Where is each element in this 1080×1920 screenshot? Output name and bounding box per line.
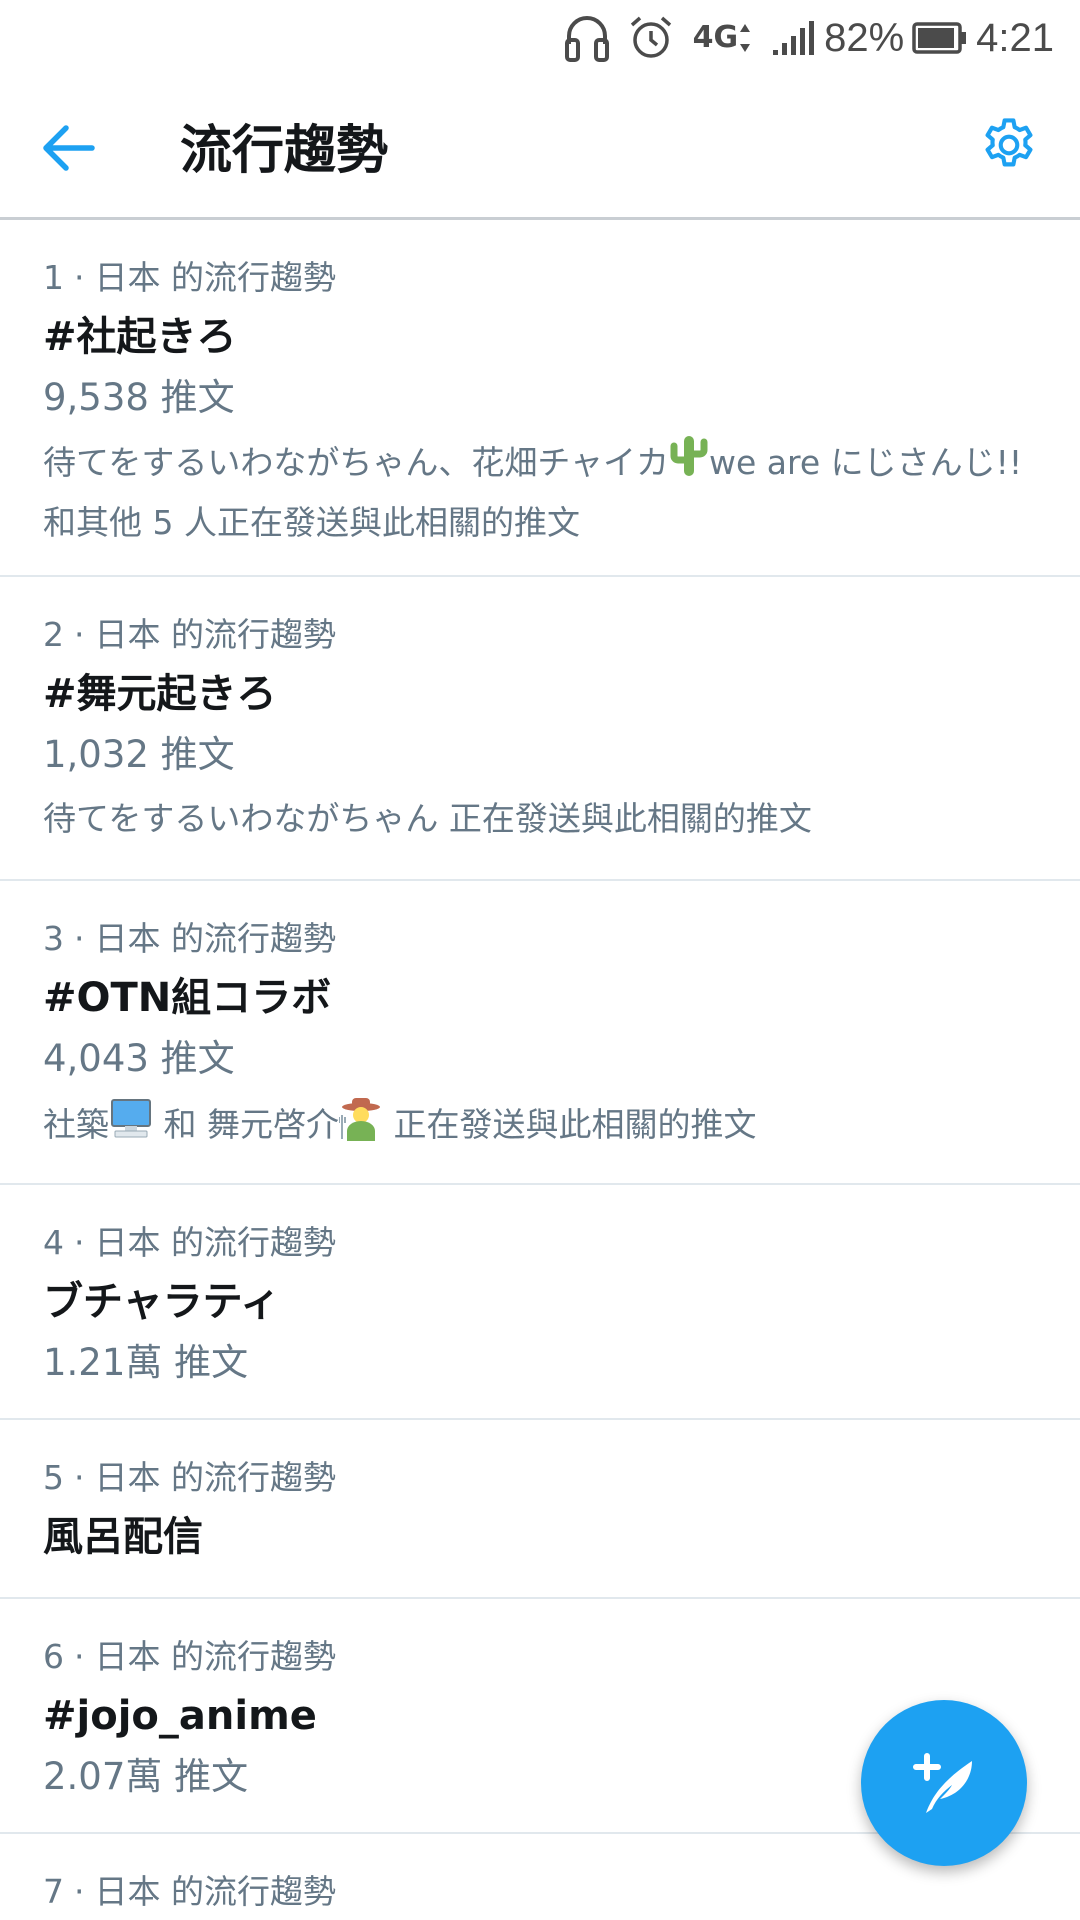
trend-context: 日本 的流行趨勢 (94, 1458, 337, 1497)
trend-name: ブチャラティ (43, 1279, 281, 1325)
trend-description: 待てをするいわながちゃん、花畑チャイカ we are にじさんじ!! 和其他 5… (43, 434, 1036, 551)
back-button[interactable] (38, 120, 100, 176)
settings-button[interactable] (978, 114, 1040, 176)
trend-item-3[interactable]: 3 · 日本 的流行趨勢 #OTN組コラボ 4,043 推文 社築 和 舞元啓介 正 (0, 881, 1080, 1185)
trend-separator: · (74, 615, 85, 654)
computer-icon (109, 1097, 153, 1156)
trend-context: 日本 的流行趨勢 (94, 1637, 337, 1676)
network-label: 4G (692, 20, 739, 55)
trend-separator: · (74, 1637, 85, 1676)
trend-meta: 5 · 日本 的流行趨勢 (43, 1450, 1036, 1506)
trend-description: 社築 和 舞元啓介 正在發送與此相關的推文 (43, 1095, 1036, 1158)
page-title: 流行趨勢 (180, 121, 389, 181)
trend-name: #社起きろ (43, 314, 237, 360)
battery-percent: 82% (824, 15, 905, 60)
app-bar: 流行趨勢 (0, 76, 1080, 220)
trend-item-4[interactable]: 4 · 日本 的流行趨勢 ブチャラティ 1.21萬 推文 (0, 1185, 1080, 1420)
screen: 4G 82% 4:21 流行趨勢 1 · 日本 的流行趨勢 #社起きろ 9,53… (0, 0, 1080, 1920)
compose-tweet-icon (913, 1753, 972, 1813)
trend-separator: · (74, 1223, 85, 1262)
trend-rank: 6 (43, 1637, 64, 1676)
alarm-icon (629, 15, 673, 61)
arrow-left-icon (43, 125, 95, 171)
trend-meta: 3 · 日本 的流行趨勢 (43, 911, 1036, 967)
trend-description: 待てをするいわながちゃん 正在發送與此相關的推文 (43, 799, 812, 838)
trend-rank: 4 (43, 1223, 64, 1262)
trend-rank: 7 (43, 1872, 64, 1911)
trend-separator: · (74, 1872, 85, 1911)
trend-tweet-count: 9,538 推文 (43, 376, 235, 419)
trend-item-2[interactable]: 2 · 日本 的流行趨勢 #舞元起きろ 1,032 推文 待てをするいわながちゃん … (0, 577, 1080, 881)
trend-context: 日本 的流行趨勢 (94, 919, 337, 958)
trend-context: 日本 的流行趨勢 (94, 615, 337, 654)
trend-rank: 2 (43, 615, 64, 654)
trend-context: 日本 的流行趨勢 (94, 258, 337, 297)
trend-name: #OTN組コラボ (43, 975, 332, 1021)
trend-item-1[interactable]: 1 · 日本 的流行趨勢 #社起きろ 9,538 推文 待てをするいわながちゃん、花… (0, 220, 1080, 577)
trend-name: 風呂配信 (43, 1514, 203, 1560)
trend-context: 日本 的流行趨勢 (94, 1223, 337, 1262)
trend-meta: 4 · 日本 的流行趨勢 (43, 1215, 1036, 1271)
trend-meta: 7 · 日本 的流行趨勢 (43, 1864, 1036, 1920)
trend-rank: 1 (43, 258, 64, 297)
trend-meta: 6 · 日本 的流行趨勢 (43, 1629, 1036, 1685)
trend-separator: · (74, 258, 85, 297)
headphones-icon (564, 14, 609, 62)
trend-separator: · (74, 1458, 85, 1497)
battery-icon (912, 22, 968, 54)
compose-tweet-button[interactable] (861, 1700, 1027, 1866)
trend-rank: 3 (43, 919, 64, 958)
trend-rank: 5 (43, 1458, 64, 1497)
farmer-icon (337, 1095, 383, 1158)
trend-tweet-count: 4,043 推文 (43, 1037, 235, 1080)
trend-item-5[interactable]: 5 · 日本 的流行趨勢 風呂配信 (0, 1420, 1080, 1599)
trend-name: #舞元起きろ (43, 671, 277, 717)
trend-description-text-2: 和 舞元啓介 (153, 1105, 339, 1144)
trend-tweet-count: 1,032 推文 (43, 733, 235, 776)
trend-description-text: 社築 (43, 1105, 109, 1144)
cactus-icon (669, 434, 709, 495)
clock: 4:21 (976, 15, 1054, 60)
network-4g-icon: 4G (693, 18, 753, 58)
trend-separator: · (74, 919, 85, 958)
trend-meta: 1 · 日本 的流行趨勢 (43, 250, 1036, 306)
signal-icon (772, 20, 816, 56)
gear-icon (985, 118, 1033, 167)
trend-tweet-count: 1.21萬 推文 (43, 1341, 249, 1384)
trend-meta: 2 · 日本 的流行趨勢 (43, 607, 1036, 663)
status-bar: 4G 82% 4:21 (0, 0, 1080, 76)
trend-context: 日本 的流行趨勢 (94, 1872, 337, 1911)
trend-description-text-3: 正在發送與此相關的推文 (382, 1105, 757, 1144)
trends-list: 1 · 日本 的流行趨勢 #社起きろ 9,538 推文 待てをするいわながちゃん、花… (0, 220, 1080, 1920)
trend-description-text: 待てをするいわながちゃん、花畑チャイカ (43, 443, 670, 482)
